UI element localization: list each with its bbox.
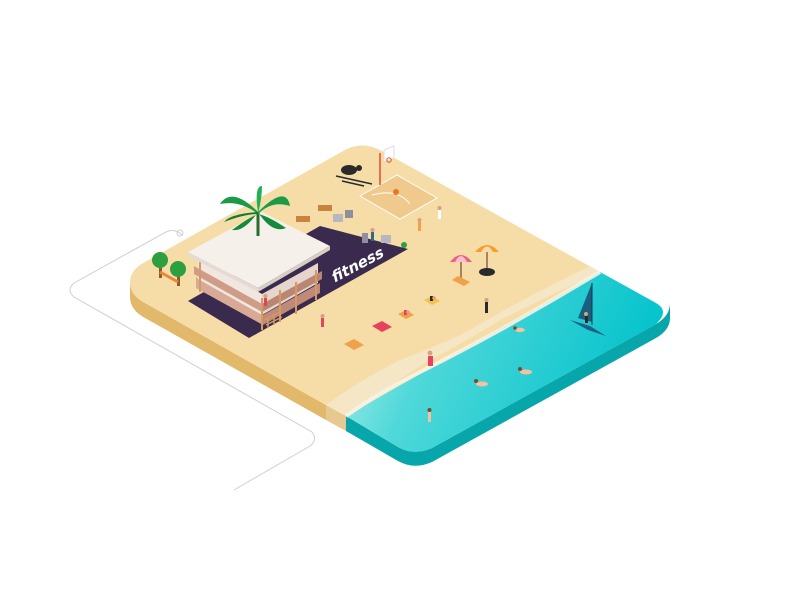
basketball	[393, 189, 399, 195]
tree-left-2	[170, 261, 186, 277]
beach-fitness-isometric-illustration: fitness	[69, 145, 670, 491]
person	[484, 298, 489, 313]
person	[427, 350, 433, 366]
person	[437, 206, 442, 219]
person	[370, 228, 375, 241]
tree-left-1	[152, 252, 168, 268]
person	[417, 218, 422, 231]
swimmer	[427, 408, 432, 422]
person	[320, 314, 325, 327]
person	[263, 294, 268, 306]
